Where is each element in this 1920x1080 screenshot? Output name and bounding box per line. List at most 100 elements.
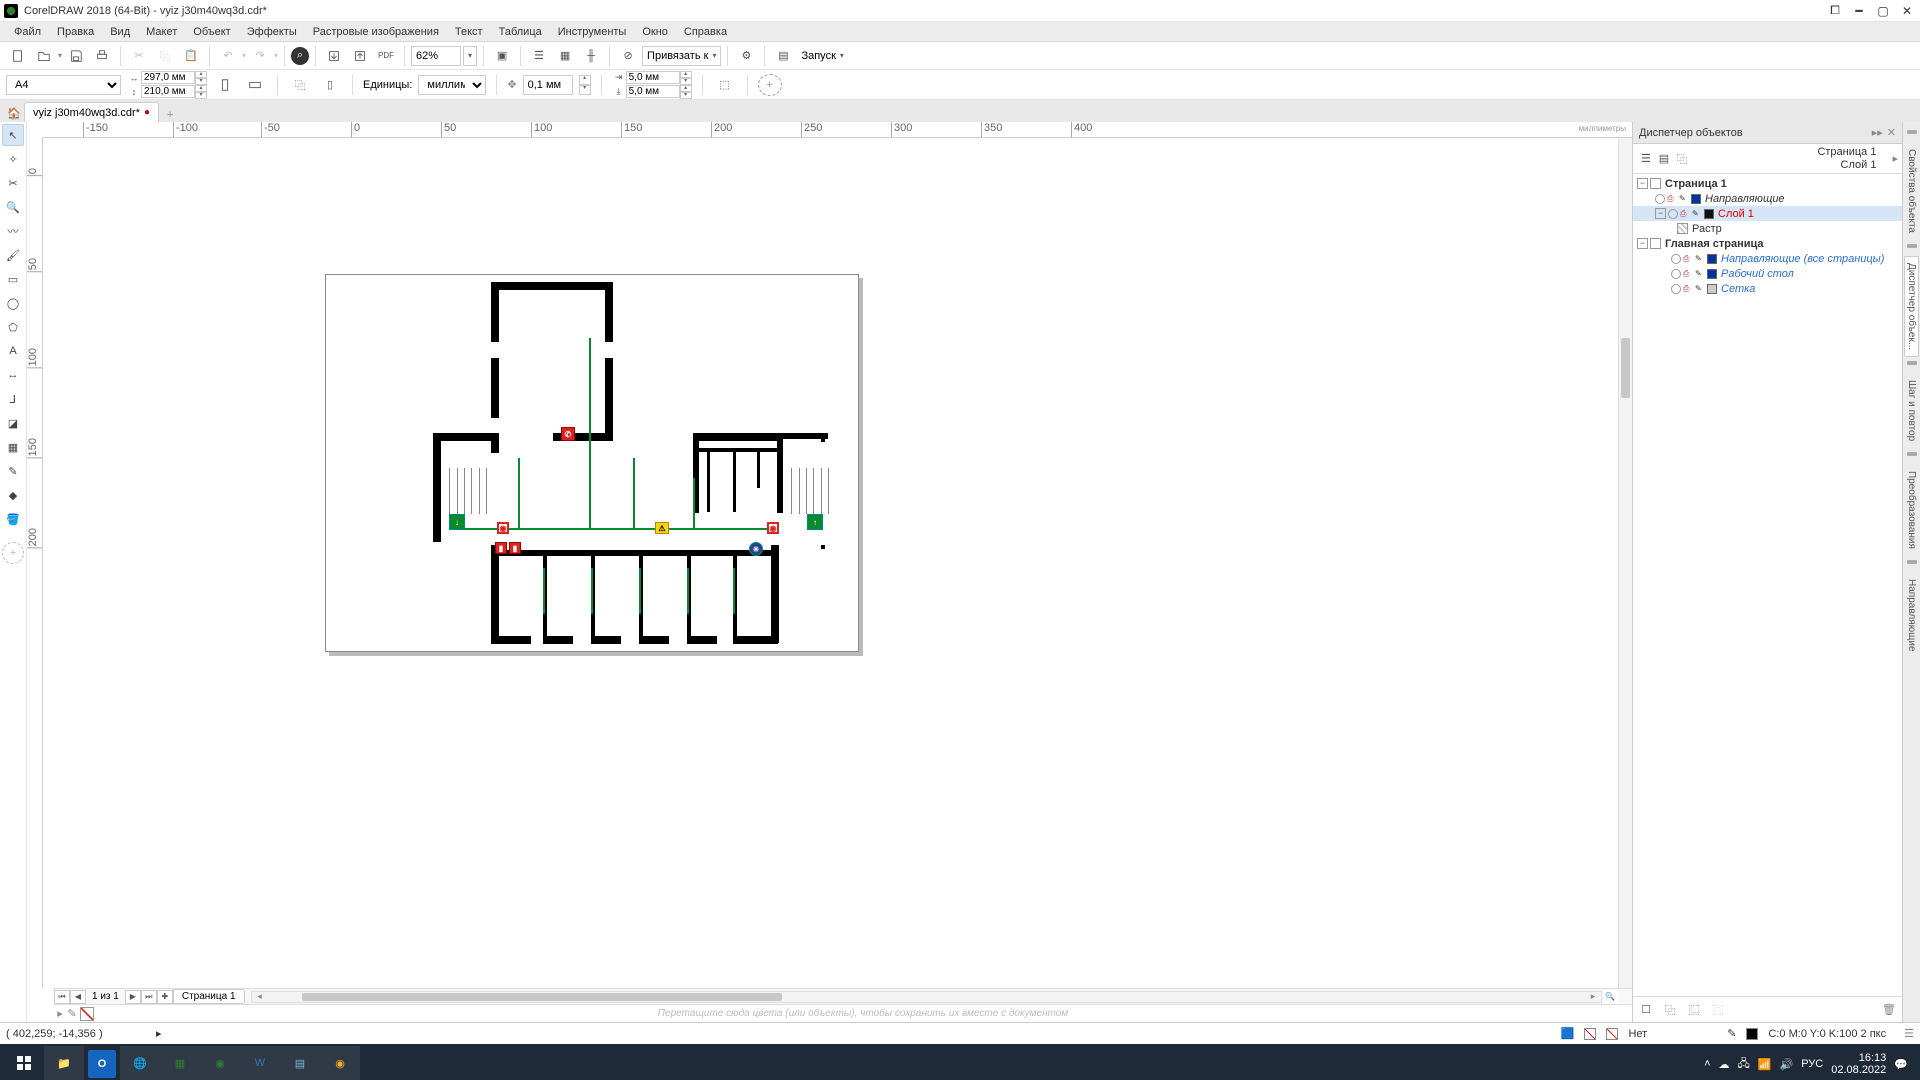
crop-tool[interactable]: ✂ xyxy=(2,172,24,194)
tree-grid[interactable]: ⎙✎Сетка xyxy=(1633,281,1902,296)
ellipse-tool[interactable]: ◯ xyxy=(2,292,24,314)
vtab-transformations[interactable]: Преобразования xyxy=(1904,464,1919,556)
canvas-viewport[interactable]: ↓ ↑ ✆ ◉ ◉ ▮ ▮ ⚠ ✳ xyxy=(43,138,1618,988)
dupx-spinner[interactable]: ▴▾ xyxy=(680,71,692,85)
shape-tool[interactable]: ✧ xyxy=(2,148,24,170)
taskbar-1c[interactable]: ◉ xyxy=(320,1046,360,1080)
edit-across-icon[interactable]: ⿻ xyxy=(1673,150,1691,168)
polygon-tool[interactable]: ⬠ xyxy=(2,316,24,338)
menu-text[interactable]: Текст xyxy=(447,24,491,40)
grid-icon[interactable]: ▦ xyxy=(553,45,577,67)
new-master-layer-button[interactable]: ⿻ xyxy=(1661,1001,1679,1019)
fullscreen-button[interactable]: ▣ xyxy=(490,45,514,67)
dupy-spinner[interactable]: ▴▾ xyxy=(680,85,692,99)
rectangle-tool[interactable]: ▭ xyxy=(2,268,24,290)
taskbar-edge[interactable]: 🌐 xyxy=(120,1046,160,1080)
show-pages-icon[interactable]: ☰ xyxy=(1637,150,1655,168)
live-preview-icon[interactable]: 🔍 xyxy=(1602,990,1618,1004)
menu-help[interactable]: Справка xyxy=(676,24,735,40)
menu-table[interactable]: Таблица xyxy=(491,24,550,40)
zoom-dropdown[interactable]: ▾ xyxy=(463,46,477,66)
vtab-step-repeat[interactable]: Шаг и повтор xyxy=(1904,373,1919,448)
page-height-input[interactable] xyxy=(141,85,195,98)
launch-dropdown[interactable]: Запуск▾ xyxy=(797,46,847,66)
move-to-layer-button[interactable]: ⿵ xyxy=(1709,1001,1727,1019)
hscroll-left-icon[interactable]: ◂ xyxy=(254,991,266,1002)
menu-object[interactable]: Объект xyxy=(185,24,238,40)
docker-titlebar[interactable]: Диспетчер объектов ▸▸✕ xyxy=(1633,122,1902,144)
freehand-tool[interactable]: 〰 xyxy=(2,220,24,242)
quick-customize-button[interactable]: + xyxy=(2,542,24,564)
docker-menu-icon[interactable]: ▸▸ xyxy=(1872,126,1883,139)
size-grip[interactable] xyxy=(1618,990,1632,1004)
next-page-button[interactable]: ▶ xyxy=(125,990,141,1004)
tray-chevron-icon[interactable]: ˄ xyxy=(1704,1058,1710,1070)
page-tab[interactable]: Страница 1 xyxy=(173,989,245,1004)
dup-x-input[interactable] xyxy=(626,71,680,84)
all-pages-icon[interactable]: ⿻ xyxy=(288,74,312,96)
vertical-ruler[interactable]: 0 50 100 150 200 xyxy=(27,138,43,988)
rulers-icon[interactable]: ☰ xyxy=(527,45,551,67)
tray-cloud-icon[interactable]: ☁ xyxy=(1719,1058,1730,1071)
vertical-scrollbar[interactable] xyxy=(1618,138,1632,988)
tree-guides-all[interactable]: ⎙✎Направляющие (все страницы) xyxy=(1633,251,1902,266)
new-button[interactable] xyxy=(6,45,30,67)
pick-tool[interactable]: ↖ xyxy=(2,124,24,146)
dup-y-input[interactable] xyxy=(626,85,680,98)
system-tray[interactable]: ˄ ☁ 🖧 📶 🔊 РУС 16:13 02.08.2022 💬 xyxy=(1704,1052,1916,1076)
restore-icon[interactable]: ⧠ xyxy=(1826,4,1844,18)
menu-window[interactable]: Окно xyxy=(634,24,676,40)
copy-button[interactable]: ⿻ xyxy=(153,45,177,67)
zoom-tool[interactable]: 🔍 xyxy=(2,196,24,218)
horizontal-scrollbar[interactable]: ◂ ▸ xyxy=(251,991,1602,1003)
new-tab-button[interactable]: + xyxy=(163,108,177,122)
document-tab-close-icon[interactable]: ● xyxy=(144,107,150,118)
palette-noswatch[interactable] xyxy=(80,1007,94,1021)
add-page-button[interactable]: + xyxy=(758,74,782,96)
object-tree[interactable]: −Страница 1 ⎙✎Направляющие −⎙✎Слой 1 Рас… xyxy=(1633,174,1902,996)
export-button[interactable] xyxy=(348,45,372,67)
tray-lang[interactable]: РУС xyxy=(1801,1058,1823,1070)
tray-wifi-icon[interactable]: 📶 xyxy=(1758,1058,1772,1071)
delete-layer-button[interactable]: 🗑 xyxy=(1880,1001,1898,1019)
parallel-dim-tool[interactable]: ↔ xyxy=(2,364,24,386)
tree-page-1[interactable]: −Страница 1 xyxy=(1633,176,1902,191)
tray-notifications-icon[interactable]: 💬 xyxy=(1894,1058,1908,1071)
nudge-spinner[interactable]: ▴▾ xyxy=(579,75,591,95)
docker-head-arrow-icon[interactable]: ▸ xyxy=(1892,152,1898,165)
tree-desktop[interactable]: ⎙✎Рабочий стол xyxy=(1633,266,1902,281)
page-width-input[interactable] xyxy=(141,71,195,84)
snap-dropdown[interactable]: Привязать к▾ xyxy=(642,46,721,66)
close-button[interactable]: ✕ xyxy=(1898,4,1916,18)
portrait-button[interactable] xyxy=(213,74,237,96)
search-button[interactable]: ⌕ xyxy=(291,47,309,65)
guidelines-icon[interactable]: ╫ xyxy=(579,45,603,67)
taskbar-clock[interactable]: 16:13 02.08.2022 xyxy=(1831,1052,1886,1076)
outline-pen-icon[interactable]: ✎ xyxy=(1727,1027,1736,1040)
add-page-nav-button[interactable]: ✚ xyxy=(157,990,173,1004)
width-spinner[interactable]: ▴▾ xyxy=(195,71,207,85)
options-button[interactable]: ⚙ xyxy=(734,45,758,67)
smart-fill-tool[interactable]: 🪣 xyxy=(2,508,24,530)
menu-tools[interactable]: Инструменты xyxy=(550,24,635,40)
snap-off-icon[interactable]: ⊘ xyxy=(616,45,640,67)
vtab-properties[interactable]: Свойства объекта xyxy=(1904,142,1919,240)
layer-view-icon[interactable]: ▤ xyxy=(1655,150,1673,168)
vtab-object-manager[interactable]: Диспетчер объек... xyxy=(1904,256,1919,357)
taskbar-coreldraw[interactable]: ◉ xyxy=(200,1046,240,1080)
units-select[interactable]: миллимет... xyxy=(418,75,486,95)
height-spinner[interactable]: ▴▾ xyxy=(195,85,207,99)
minimize-button[interactable]: ━ xyxy=(1850,4,1868,18)
tree-layer-1[interactable]: −⎙✎Слой 1 xyxy=(1633,206,1902,221)
menu-bitmaps[interactable]: Растровые изображения xyxy=(305,24,447,40)
taskbar-outlook[interactable]: O xyxy=(88,1050,116,1078)
outline-swatch[interactable] xyxy=(1746,1028,1758,1040)
hscroll-right-icon[interactable]: ▸ xyxy=(1587,991,1599,1002)
tray-network-icon[interactable]: 🖧 xyxy=(1738,1055,1750,1074)
cut-button[interactable]: ✂ xyxy=(127,45,151,67)
h-scroll-thumb[interactable] xyxy=(302,993,782,1001)
tree-guides[interactable]: ⎙✎Направляющие xyxy=(1633,191,1902,206)
interactive-fill-tool[interactable]: ◆ xyxy=(2,484,24,506)
nudge-input[interactable] xyxy=(523,75,573,95)
v-scroll-thumb[interactable] xyxy=(1621,338,1630,398)
